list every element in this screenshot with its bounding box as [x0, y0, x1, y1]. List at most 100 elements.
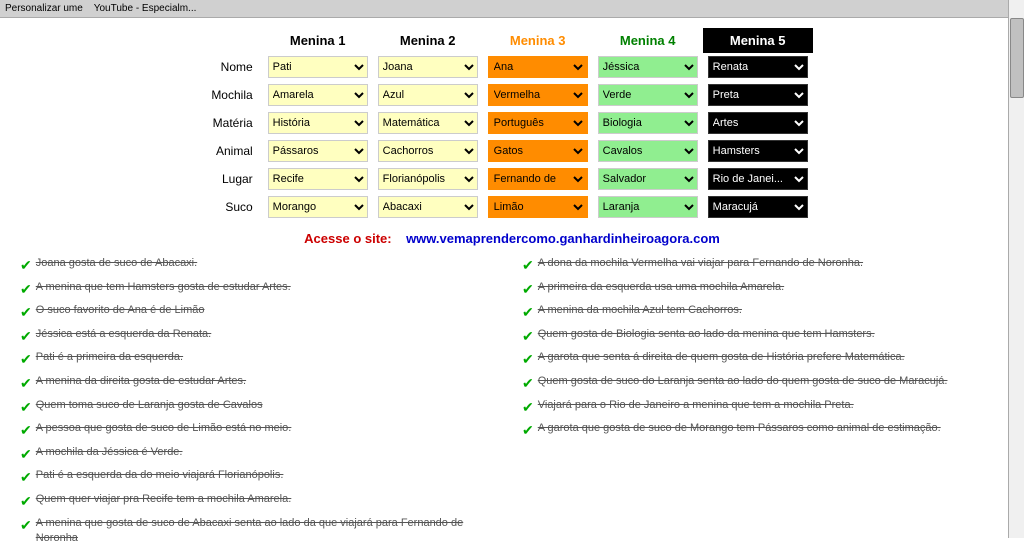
clue-left-text-0: Joana gosta de suco de Abacaxi.: [36, 256, 197, 271]
select-0-0[interactable]: Pati: [268, 56, 368, 78]
checkmark-right-1: ✔: [522, 280, 534, 300]
select-3-3[interactable]: Cavalos: [598, 140, 698, 162]
checkmark-right-4: ✔: [522, 350, 534, 370]
select-5-2[interactable]: Limão: [488, 196, 588, 218]
clue-right-text-7: A garota que gosta de suco de Morango te…: [538, 421, 941, 436]
cell-4-4: Rio de Janei...: [703, 165, 813, 193]
clue-left-text-3: Jéssica está a esquerda da Renata.: [36, 327, 212, 342]
select-1-0[interactable]: Amarela: [268, 84, 368, 106]
select-5-3[interactable]: Laranja: [598, 196, 698, 218]
select-3-1[interactable]: Cachorros: [378, 140, 478, 162]
row-label-5: Suco: [211, 193, 262, 221]
checkmark-left-6: ✔: [20, 398, 32, 418]
clue-left-text-2: O suco favorito de Ana é de Limão: [36, 303, 205, 318]
clue-right-2: ✔A menina da mochila Azul tem Cachorros.: [522, 303, 1004, 323]
select-2-4[interactable]: Artes: [708, 112, 808, 134]
select-2-0[interactable]: História: [268, 112, 368, 134]
top-bar-text: Personalizar ume YouTube - Especialm...: [5, 3, 196, 14]
select-1-1[interactable]: Azul: [378, 84, 478, 106]
checkmark-right-0: ✔: [522, 256, 534, 276]
scrollbar[interactable]: [1008, 0, 1024, 538]
clues-section: ✔Joana gosta de suco de Abacaxi.✔A menin…: [15, 256, 1009, 550]
select-5-1[interactable]: Abacaxi: [378, 196, 478, 218]
select-0-3[interactable]: Jéssica: [598, 56, 698, 78]
select-5-4[interactable]: Maracujá: [708, 196, 808, 218]
cell-5-4: Maracujá: [703, 193, 813, 221]
checkmark-left-1: ✔: [20, 280, 32, 300]
cell-2-4: Artes: [703, 109, 813, 137]
select-4-2[interactable]: Fernando de: [488, 168, 588, 190]
cell-4-1: Florianópolis: [373, 165, 483, 193]
cell-5-1: Abacaxi: [373, 193, 483, 221]
cell-1-3: Verde: [593, 81, 703, 109]
clue-left-4: ✔ Pati é a primeira da esquerda.: [20, 350, 502, 370]
clue-left-3: ✔Jéssica está a esquerda da Renata.: [20, 327, 502, 347]
cell-3-4: Hamsters: [703, 137, 813, 165]
clue-left-2: ✔ O suco favorito de Ana é de Limão: [20, 303, 502, 323]
row-label-0: Nome: [211, 53, 262, 81]
clue-right-text-2: A menina da mochila Azul tem Cachorros.: [538, 303, 742, 318]
select-4-3[interactable]: Salvador: [598, 168, 698, 190]
clue-right-6: ✔Viajará para o Rio de Janeiro a menina …: [522, 398, 1004, 418]
clue-left-text-10: Quem quer viajar pra Recife tem a mochil…: [36, 492, 292, 507]
clue-right-text-6: Viajará para o Rio de Janeiro a menina q…: [538, 398, 854, 413]
select-1-4[interactable]: Preta: [708, 84, 808, 106]
clue-right-3: ✔Quem gosta de Biologia senta ao lado da…: [522, 327, 1004, 347]
clue-left-text-5: A menina da direita gosta de estudar Art…: [36, 374, 246, 389]
clue-left-10: ✔Quem quer viajar pra Recife tem a mochi…: [20, 492, 502, 512]
cell-5-2: Limão: [483, 193, 593, 221]
select-1-3[interactable]: Verde: [598, 84, 698, 106]
select-3-4[interactable]: Hamsters: [708, 140, 808, 162]
select-5-0[interactable]: Morango: [268, 196, 368, 218]
cell-0-1: Joana: [373, 53, 483, 81]
checkmark-right-3: ✔: [522, 327, 534, 347]
select-4-0[interactable]: Recife: [268, 168, 368, 190]
scrollbar-thumb[interactable]: [1010, 18, 1024, 98]
clue-left-9: ✔ Pati é a esquerda da do meio viajará Fl…: [20, 468, 502, 488]
checkmark-left-4: ✔: [20, 350, 32, 370]
clue-left-text-1: A menina que tem Hamsters gosta de estud…: [36, 280, 291, 295]
cell-0-0: Pati: [263, 53, 373, 81]
select-3-0[interactable]: Pássaros: [268, 140, 368, 162]
cell-0-2: Ana: [483, 53, 593, 81]
clue-left-text-7: A pessoa que gosta de suco de Limão está…: [36, 421, 292, 436]
website-link: Acesse o site: www.vemaprendercomo.ganha…: [15, 231, 1009, 246]
col-header-menina2: Menina 2: [373, 28, 483, 53]
checkmark-left-2: ✔: [20, 303, 32, 323]
select-4-1[interactable]: Florianópolis: [378, 168, 478, 190]
select-2-1[interactable]: Matemática: [378, 112, 478, 134]
cell-4-2: Fernando de: [483, 165, 593, 193]
checkmark-left-5: ✔: [20, 374, 32, 394]
clue-left-1: ✔ A menina que tem Hamsters gosta de estu…: [20, 280, 502, 300]
clue-right-text-5: Quem gosta de suco do Laranja senta ao l…: [538, 374, 948, 389]
cell-5-3: Laranja: [593, 193, 703, 221]
checkmark-left-7: ✔: [20, 421, 32, 441]
select-0-2[interactable]: Ana: [488, 56, 588, 78]
puzzle-table: Menina 1 Menina 2 Menina 3 Menina 4 Meni…: [211, 28, 812, 221]
clue-left-text-9: Pati é a esquerda da do meio viajará Flo…: [36, 468, 284, 483]
clue-left-7: ✔ A pessoa que gosta de suco de Limão est…: [20, 421, 502, 441]
checkmark-right-5: ✔: [522, 374, 534, 394]
top-bar: Personalizar ume YouTube - Especialm...: [0, 0, 1024, 18]
select-1-2[interactable]: Vermelha: [488, 84, 588, 106]
cell-1-1: Azul: [373, 81, 483, 109]
clue-left-text-4: Pati é a primeira da esquerda.: [36, 350, 183, 365]
select-2-2[interactable]: Português: [488, 112, 588, 134]
select-4-4[interactable]: Rio de Janei...: [708, 168, 808, 190]
clue-right-text-0: A dona da mochila Vermelha vai viajar pa…: [538, 256, 863, 271]
select-0-1[interactable]: Joana: [378, 56, 478, 78]
row-label-1: Mochila: [211, 81, 262, 109]
clue-left-11: ✔A menina que gosta de suco de Abacaxi s…: [20, 516, 502, 547]
cell-0-4: Renata: [703, 53, 813, 81]
clue-left-text-6: Quem toma suco de Laranja gosta de Caval…: [36, 398, 263, 413]
clue-left-8: ✔A mochila da Jéssica é Verde.: [20, 445, 502, 465]
cell-3-0: Pássaros: [263, 137, 373, 165]
cell-1-0: Amarela: [263, 81, 373, 109]
checkmark-left-9: ✔: [20, 468, 32, 488]
checkmark-left-0: ✔: [20, 256, 32, 276]
row-label-4: Lugar: [211, 165, 262, 193]
select-3-2[interactable]: Gatos: [488, 140, 588, 162]
cell-2-1: Matemática: [373, 109, 483, 137]
select-0-4[interactable]: Renata: [708, 56, 808, 78]
select-2-3[interactable]: Biologia: [598, 112, 698, 134]
